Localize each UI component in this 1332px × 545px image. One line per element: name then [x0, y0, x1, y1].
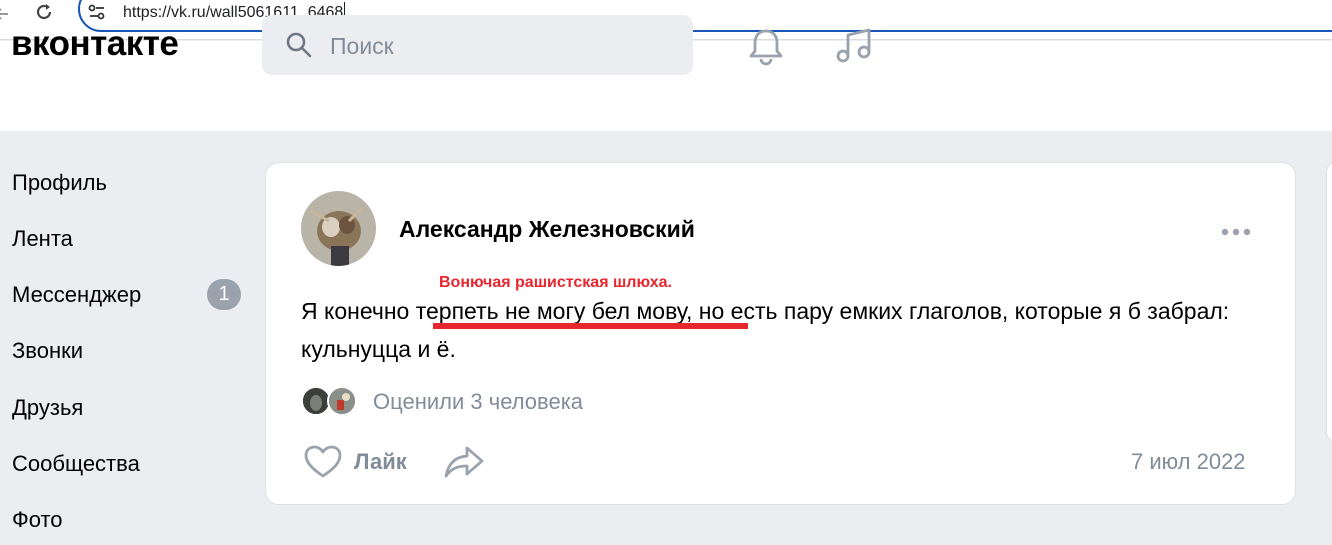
sidebar-item-feed[interactable]: Лента [12, 226, 73, 252]
likes-summary[interactable]: Оценили 3 человека [373, 389, 583, 415]
more-options-icon[interactable] [1220, 224, 1252, 236]
post-author-name[interactable]: Александр Железновский [399, 216, 695, 243]
messenger-unread-badge: 1 [207, 279, 241, 310]
sidebar-item-messenger[interactable]: Мессенджер [12, 282, 141, 308]
share-icon[interactable] [443, 444, 485, 480]
search-icon [284, 30, 314, 60]
bell-icon[interactable] [745, 25, 787, 67]
sidebar-item-photos[interactable]: Фото [12, 507, 63, 533]
sidebar-item-friends[interactable]: Друзья [12, 395, 83, 421]
red-underline-annotation [433, 323, 748, 329]
author-avatar[interactable] [301, 191, 376, 266]
post-text-underlined: терпеть не могу бел мову [415, 298, 687, 324]
sidebar-item-profile[interactable]: Профиль [12, 170, 107, 196]
red-annotation-text: Вонючая рашистская шлюха. [439, 274, 672, 291]
post-text: Я конечно терпеть не могу бел мову, но е… [301, 292, 1271, 368]
sidebar-item-communities[interactable]: Сообщества [12, 451, 140, 477]
likers-avatars[interactable] [301, 386, 361, 418]
right-column-card-edge [1326, 162, 1332, 442]
heart-icon[interactable] [303, 444, 343, 480]
sidebar-item-calls[interactable]: Звонки [12, 338, 83, 364]
music-icon[interactable] [833, 25, 875, 67]
liker-avatar [327, 386, 357, 416]
vk-logo[interactable]: вконтакте [11, 24, 179, 64]
post-text-start: Я конечно [301, 298, 416, 324]
search-placeholder: Поиск [330, 33, 394, 59]
like-button-label[interactable]: Лайк [354, 449, 407, 475]
site-info-icon[interactable] [88, 3, 106, 21]
search-input[interactable] [262, 15, 693, 75]
reload-icon[interactable] [34, 2, 54, 22]
back-arrow-icon[interactable] [0, 4, 14, 24]
post-date[interactable]: 7 июл 2022 [1131, 449, 1246, 475]
